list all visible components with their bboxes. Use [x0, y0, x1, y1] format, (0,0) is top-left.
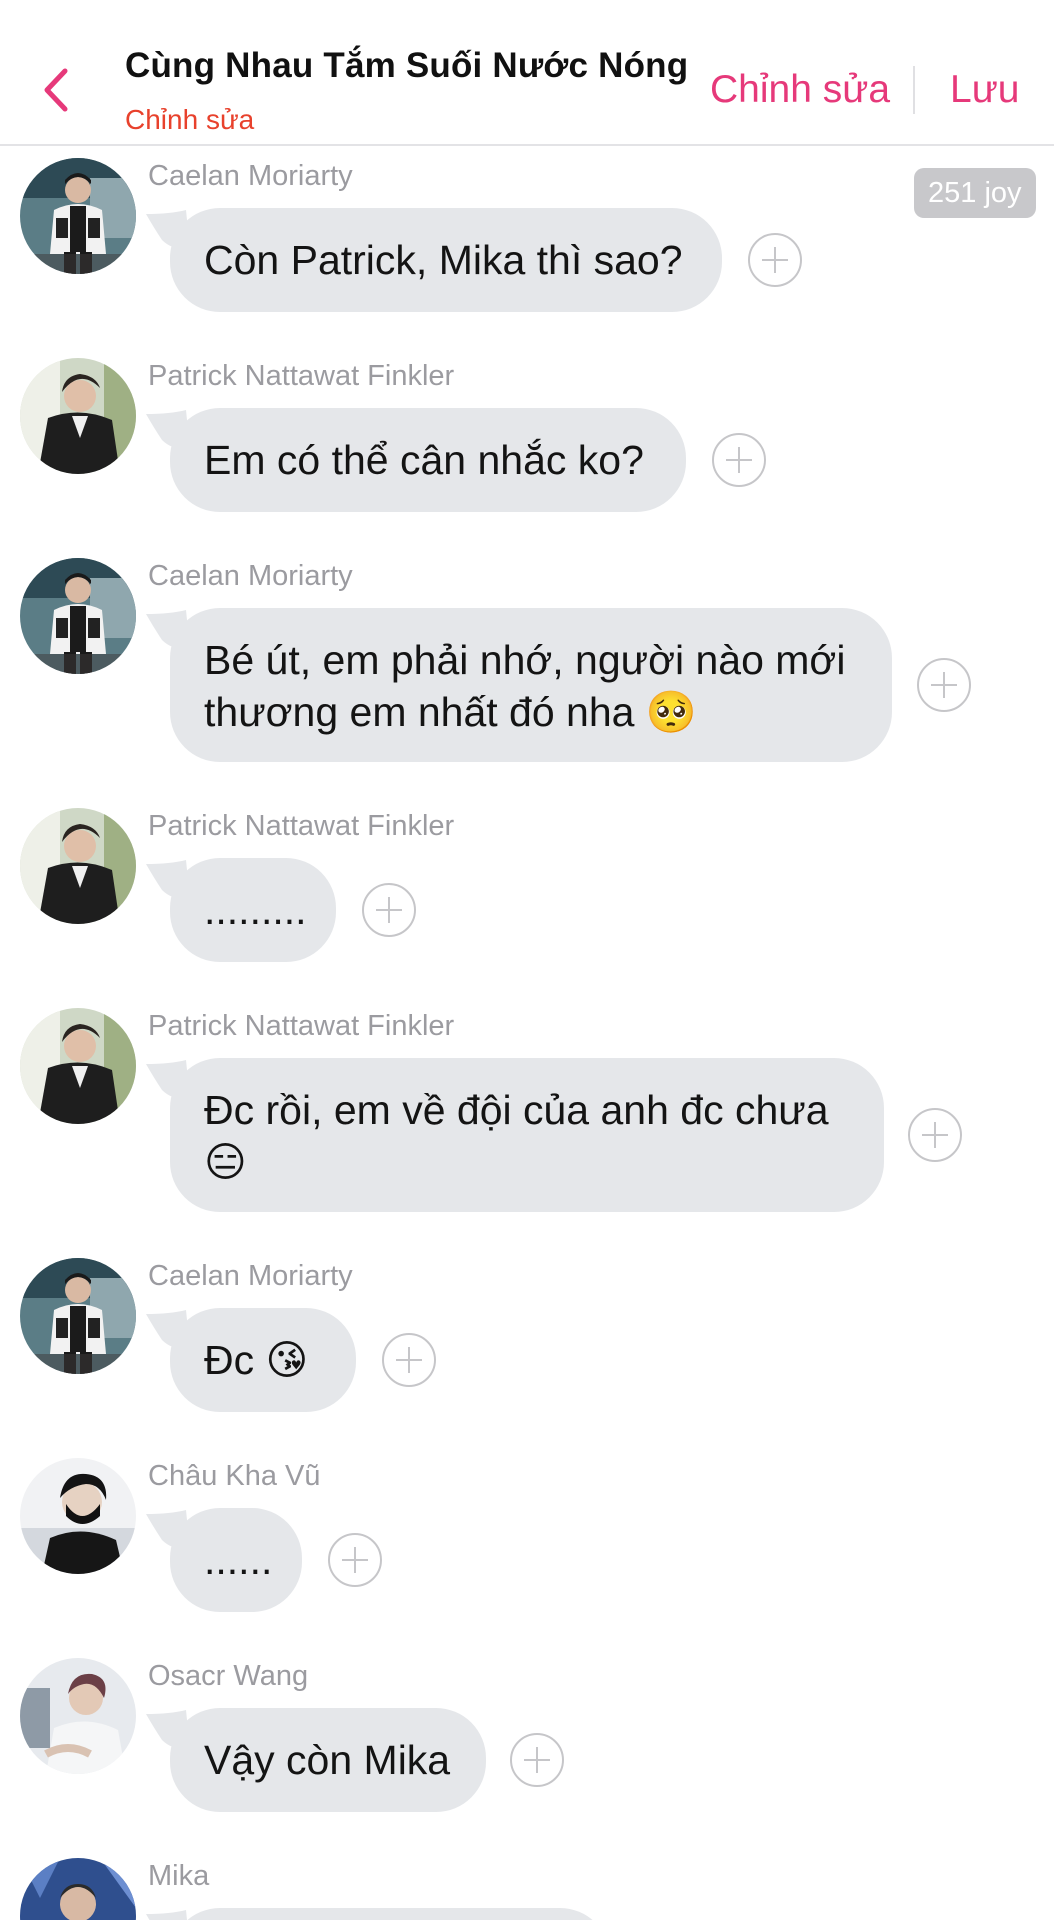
add-reaction-button[interactable] [328, 1533, 382, 1587]
add-reaction-button[interactable] [510, 1733, 564, 1787]
avatar-image [20, 1458, 136, 1574]
sender-name: Caelan Moriarty [148, 160, 353, 192]
header-divider [913, 66, 915, 114]
chat-message: Caelan Moriarty Còn Patrick, Mika thì sa… [0, 150, 1054, 320]
avatar-image [20, 808, 136, 924]
message-text: 😑 [204, 1139, 247, 1185]
message-text: ...... [204, 1537, 273, 1583]
avatar[interactable] [20, 1258, 136, 1374]
message-text: thương em nhất đó nha 🥺 [204, 689, 697, 735]
chat-message: Patrick Nattawat Finkler ......... [0, 800, 1054, 970]
chat-message: Patrick Nattawat Finkler Em có thể cân n… [0, 350, 1054, 520]
avatar-image [20, 1008, 136, 1124]
sender-name: Châu Kha Vũ [148, 1460, 321, 1492]
chat-message: Osacr Wang Vậy còn Mika [0, 1650, 1054, 1820]
avatar-image [20, 358, 136, 474]
message-bubble[interactable]: Đc rồi, em về đội của anh đc chưa 😑 [170, 1058, 884, 1212]
add-reaction-button[interactable] [748, 233, 802, 287]
sender-name: Caelan Moriarty [148, 1260, 353, 1292]
avatar-image [20, 1658, 136, 1774]
chat-message: Patrick Nattawat Finkler Đc rồi, em về đ… [0, 1000, 1054, 1220]
message-bubble[interactable]: Em có thể cân nhắc ko? [170, 408, 686, 512]
message-text: ......... [204, 887, 307, 933]
add-reaction-button[interactable] [917, 658, 971, 712]
message-text: Đc 😘 [204, 1337, 309, 1383]
add-reaction-button[interactable] [362, 883, 416, 937]
avatar[interactable] [20, 808, 136, 924]
message-text: Bé út, em phải nhớ, người nào mới [204, 637, 846, 683]
joy-badge: 251 joy [914, 168, 1036, 218]
sender-name: Osacr Wang [148, 1660, 309, 1692]
avatar-image [20, 1258, 136, 1374]
message-text: Em có thể cân nhắc ko? [204, 437, 644, 483]
sender-name: Patrick Nattawat Finkler [148, 360, 455, 392]
avatar[interactable] [20, 1858, 136, 1920]
add-reaction-button[interactable] [382, 1333, 436, 1387]
message-text: Vậy còn Mika [204, 1737, 451, 1783]
message-bubble[interactable]: Bé út, em phải nhớ, người nào mới thương… [170, 608, 892, 762]
message-bubble[interactable]: ......... [170, 858, 336, 962]
avatar[interactable] [20, 1458, 136, 1574]
message-bubble[interactable] [170, 1908, 610, 1920]
page-title: Cùng Nhau Tắm Suối Nước Nóng [125, 46, 689, 85]
avatar-image [20, 1858, 136, 1920]
message-bubble[interactable]: ...... [170, 1508, 302, 1612]
add-reaction-button[interactable] [908, 1108, 962, 1162]
chat-message: Mika [0, 1850, 1054, 1920]
message-bubble[interactable]: Vậy còn Mika [170, 1708, 486, 1812]
page-subtitle[interactable]: Chỉnh sửa [125, 104, 254, 136]
chat-message: Caelan Moriarty Đc 😘 [0, 1250, 1054, 1420]
avatar-image [20, 158, 136, 274]
message-bubble[interactable]: Còn Patrick, Mika thì sao? [170, 208, 722, 312]
navigation-bar: Cùng Nhau Tắm Suối Nước Nóng Chỉnh sửa C… [0, 0, 1054, 146]
avatar[interactable] [20, 358, 136, 474]
avatar[interactable] [20, 558, 136, 674]
sender-name: Caelan Moriarty [148, 560, 353, 592]
sender-name: Mika [148, 1860, 210, 1892]
message-text: Đc rồi, em về đội của anh đc chưa [204, 1087, 829, 1133]
chat-message: Caelan Moriarty Bé út, em phải nhớ, ngườ… [0, 550, 1054, 770]
message-text: Còn Patrick, Mika thì sao? [204, 237, 683, 283]
back-button[interactable] [36, 60, 76, 120]
avatar[interactable] [20, 1658, 136, 1774]
edit-button[interactable]: Chỉnh sửa [710, 68, 890, 112]
avatar-image [20, 558, 136, 674]
save-button[interactable]: Lưu [950, 68, 1020, 112]
sender-name: Patrick Nattawat Finkler [148, 1010, 455, 1042]
sender-name: Patrick Nattawat Finkler [148, 810, 455, 842]
bubble-tail [146, 1910, 187, 1920]
chat-message: Châu Kha Vũ ...... [0, 1450, 1054, 1620]
avatar[interactable] [20, 1008, 136, 1124]
chat-screen: Cùng Nhau Tắm Suối Nước Nóng Chỉnh sửa C… [0, 0, 1054, 1920]
chevron-left-icon [44, 68, 68, 112]
message-bubble[interactable]: Đc 😘 [170, 1308, 356, 1412]
avatar[interactable] [20, 158, 136, 274]
add-reaction-button[interactable] [712, 433, 766, 487]
